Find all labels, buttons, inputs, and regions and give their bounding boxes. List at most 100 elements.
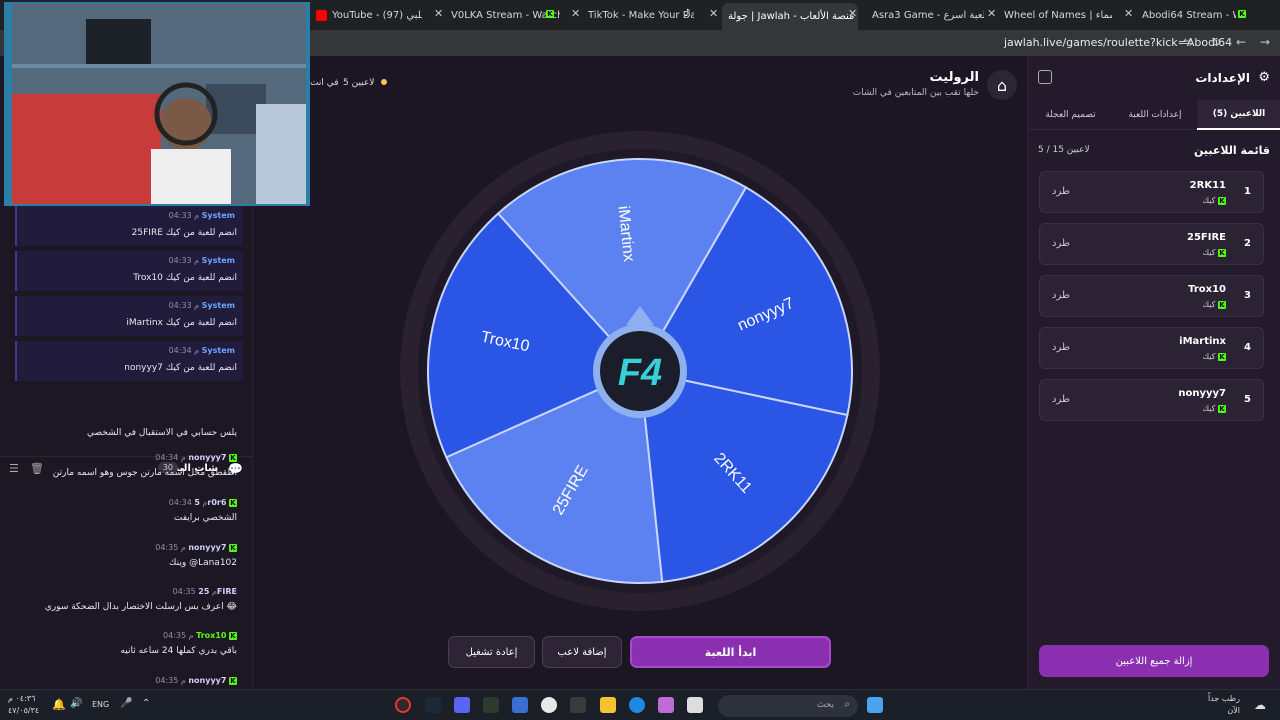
- browser-tab[interactable]: V0LKA Stream - Watch Live: [445, 4, 560, 26]
- app-icon[interactable]: [570, 697, 586, 713]
- home-button[interactable]: ⌂: [987, 70, 1017, 100]
- forward-icon[interactable]: →: [1260, 35, 1270, 49]
- browser-tab[interactable]: TikTok - Make Your Day: [582, 4, 694, 26]
- roulette-main: ⌂ الروليت خلها تقب بين المتابعين في الشا…: [253, 56, 1027, 689]
- copilot-icon[interactable]: [658, 697, 674, 713]
- players-count: 5 لاعبين: [343, 78, 388, 88]
- terminal-icon[interactable]: [483, 697, 499, 713]
- app-icon[interactable]: [512, 697, 528, 713]
- webcam-overlay: [4, 2, 310, 206]
- kick-player-button[interactable]: طرد: [1052, 238, 1070, 249]
- weather-icon[interactable]: ☁: [1254, 698, 1266, 712]
- kick-icon: K: [546, 10, 554, 18]
- tiktok-icon: ♪: [684, 8, 691, 19]
- chat-message: 04:34 م 5r0r6 K الشخصي برايفت: [168, 498, 237, 523]
- discord-icon[interactable]: [454, 697, 470, 713]
- players-list-count: 5 / 15 لاعبين: [1038, 145, 1090, 155]
- weather-subtext: الآن: [1227, 706, 1240, 715]
- chevron-up-icon[interactable]: ⌃: [142, 698, 150, 709]
- edge-icon[interactable]: [629, 697, 645, 713]
- close-icon[interactable]: ✕: [987, 7, 996, 20]
- kick-player-button[interactable]: طرد: [1052, 342, 1070, 353]
- kick-icon: K: [229, 676, 237, 685]
- notification-icon[interactable]: 🔔: [52, 698, 66, 711]
- kick-icon: K: [1238, 10, 1246, 18]
- status-dot-icon: [381, 79, 388, 85]
- settings-title: الإعدادات: [1195, 71, 1250, 85]
- taskbar-search[interactable]: بحث ⌕: [718, 695, 858, 717]
- kick-player-button[interactable]: طرد: [1052, 290, 1070, 301]
- wheel-logo: F4: [618, 352, 662, 394]
- file-explorer-icon[interactable]: [600, 697, 616, 713]
- player-row: 1 2RK11 كيك K طرد: [1039, 171, 1264, 213]
- close-icon[interactable]: ✕: [434, 7, 443, 20]
- player-row: 4 iMartinx كيك K طرد: [1039, 327, 1264, 369]
- kick-icon: K: [229, 543, 237, 552]
- kick-icon: K: [229, 631, 237, 640]
- taskbar: ٠٤:٣٦ م ٤٧/٠٥/٣٤ 🔔 🔊 ENG 🎤 ⌃ بحث ⌕ رطب ج…: [0, 689, 1280, 720]
- windows-start-icon[interactable]: [867, 697, 883, 713]
- start-game-button[interactable]: ابدأ اللعبة: [630, 636, 831, 668]
- roulette-wheel[interactable]: nonyyy72RK1125FIRETrox10iMartinx F4: [400, 131, 880, 611]
- add-player-button[interactable]: إضافة لاعب: [542, 636, 622, 668]
- page-title: الروليت: [929, 70, 979, 85]
- chat-message: 04:35 م nonyyy7 K وينك @Lana102: [155, 543, 237, 568]
- back-icon[interactable]: ←: [1236, 35, 1246, 49]
- settings-panel: ⚙ الإعدادات اللاعبين (5) إعدادات اللعبة …: [1027, 56, 1280, 689]
- clock-time: ٠٤:٣٦ م: [8, 694, 36, 703]
- system-message: 04:33 م System Trox10 انضم للعبة من كيك: [15, 251, 243, 291]
- kick-player-button[interactable]: طرد: [1052, 186, 1070, 197]
- search-icon: ⌕: [844, 699, 850, 710]
- remove-all-players-button[interactable]: إزالة جميع اللاعبين: [1039, 645, 1269, 677]
- kick-icon: K: [1218, 404, 1226, 413]
- player-row: 5 nonyyy7 كيك K طرد: [1039, 379, 1264, 421]
- kick-icon: K: [229, 453, 237, 462]
- settings-tabs: اللاعبين (5) إعدادات اللعبة تصميم العجلة: [1028, 100, 1280, 130]
- clock-date: ٤٧/٠٥/٣٤: [8, 706, 40, 715]
- language-indicator[interactable]: ENG: [92, 700, 109, 709]
- page-subtitle: خلها تقب بين المتابعين في الشات: [852, 88, 979, 98]
- site-settings-icon[interactable]: ⇋: [1183, 35, 1193, 49]
- browser-tab[interactable]: Asra3 Game - لعبة اسرع: [866, 4, 984, 26]
- kick-icon: K: [229, 498, 237, 507]
- url-field[interactable]: jawlah.live/games/roulette?kick=Abodi64: [1004, 36, 1232, 49]
- live-label: في انت: [310, 78, 339, 88]
- speaker-icon[interactable]: 🔊: [70, 698, 82, 709]
- obs-icon[interactable]: [395, 697, 411, 713]
- close-icon[interactable]: ✕: [1124, 7, 1133, 20]
- player-row: 3 Trox10 كيك K طرد: [1039, 275, 1264, 317]
- player-row: 2 25FIRE كيك K طرد: [1039, 223, 1264, 265]
- close-icon[interactable]: ✕: [848, 7, 857, 20]
- mic-icon[interactable]: 🎤: [120, 698, 132, 709]
- kick-player-button[interactable]: طرد: [1052, 394, 1070, 405]
- kick-icon: K: [1218, 248, 1226, 257]
- youtube-icon: [316, 9, 327, 21]
- browser-tab[interactable]: Wheel of Names | عجلة الأسماء: [998, 4, 1112, 26]
- reload-icon[interactable]: ↻: [1211, 35, 1221, 49]
- collapse-panel-icon[interactable]: [1038, 70, 1052, 84]
- tab-players[interactable]: اللاعبين (5): [1197, 100, 1280, 130]
- tab-wheel-design[interactable]: تصميم العجلة: [1028, 100, 1113, 130]
- reset-button[interactable]: إعادة تشغيل: [448, 636, 535, 668]
- chat-message: 04:34 م nonyyy7 K اطقطق محل اسمه مارتن ج…: [52, 453, 237, 478]
- browser-tab[interactable]: YouTube - كيرالا بتيع قلبي (97): [310, 4, 422, 26]
- chrome-icon[interactable]: [541, 697, 557, 713]
- tab-game-settings[interactable]: إعدادات اللعبة: [1113, 100, 1197, 130]
- players-list-title: قائمة اللاعبين: [1194, 144, 1270, 157]
- home-icon: ⌂: [996, 75, 1008, 95]
- close-icon[interactable]: ✕: [709, 7, 718, 20]
- store-icon[interactable]: [687, 697, 703, 713]
- browser-tab-active[interactable]: جولة | Jawlah - منصة الألعاب: [722, 3, 858, 30]
- chat-message: يلس حسابي في الاستقبال في الشخصي: [86, 428, 237, 438]
- chat-message: 04:35 م Trox10 K باقي بدري كملها 24 ساعه…: [120, 631, 237, 656]
- kick-icon: K: [1218, 352, 1226, 361]
- gear-icon: ⚙: [1258, 70, 1270, 85]
- steam-icon[interactable]: [425, 697, 441, 713]
- browser-tab[interactable]: Abodi64 Stream - Watch Live: [1136, 4, 1236, 26]
- chat-message: 04:35 م nonyyy7 K: [155, 676, 237, 685]
- webcam-image: [6, 4, 308, 204]
- close-icon[interactable]: ✕: [571, 7, 580, 20]
- kick-icon: K: [1218, 300, 1226, 309]
- system-message: 04:33 م System iMartinx انضم للعبة من كي…: [15, 296, 243, 336]
- kick-icon: K: [1218, 196, 1226, 205]
